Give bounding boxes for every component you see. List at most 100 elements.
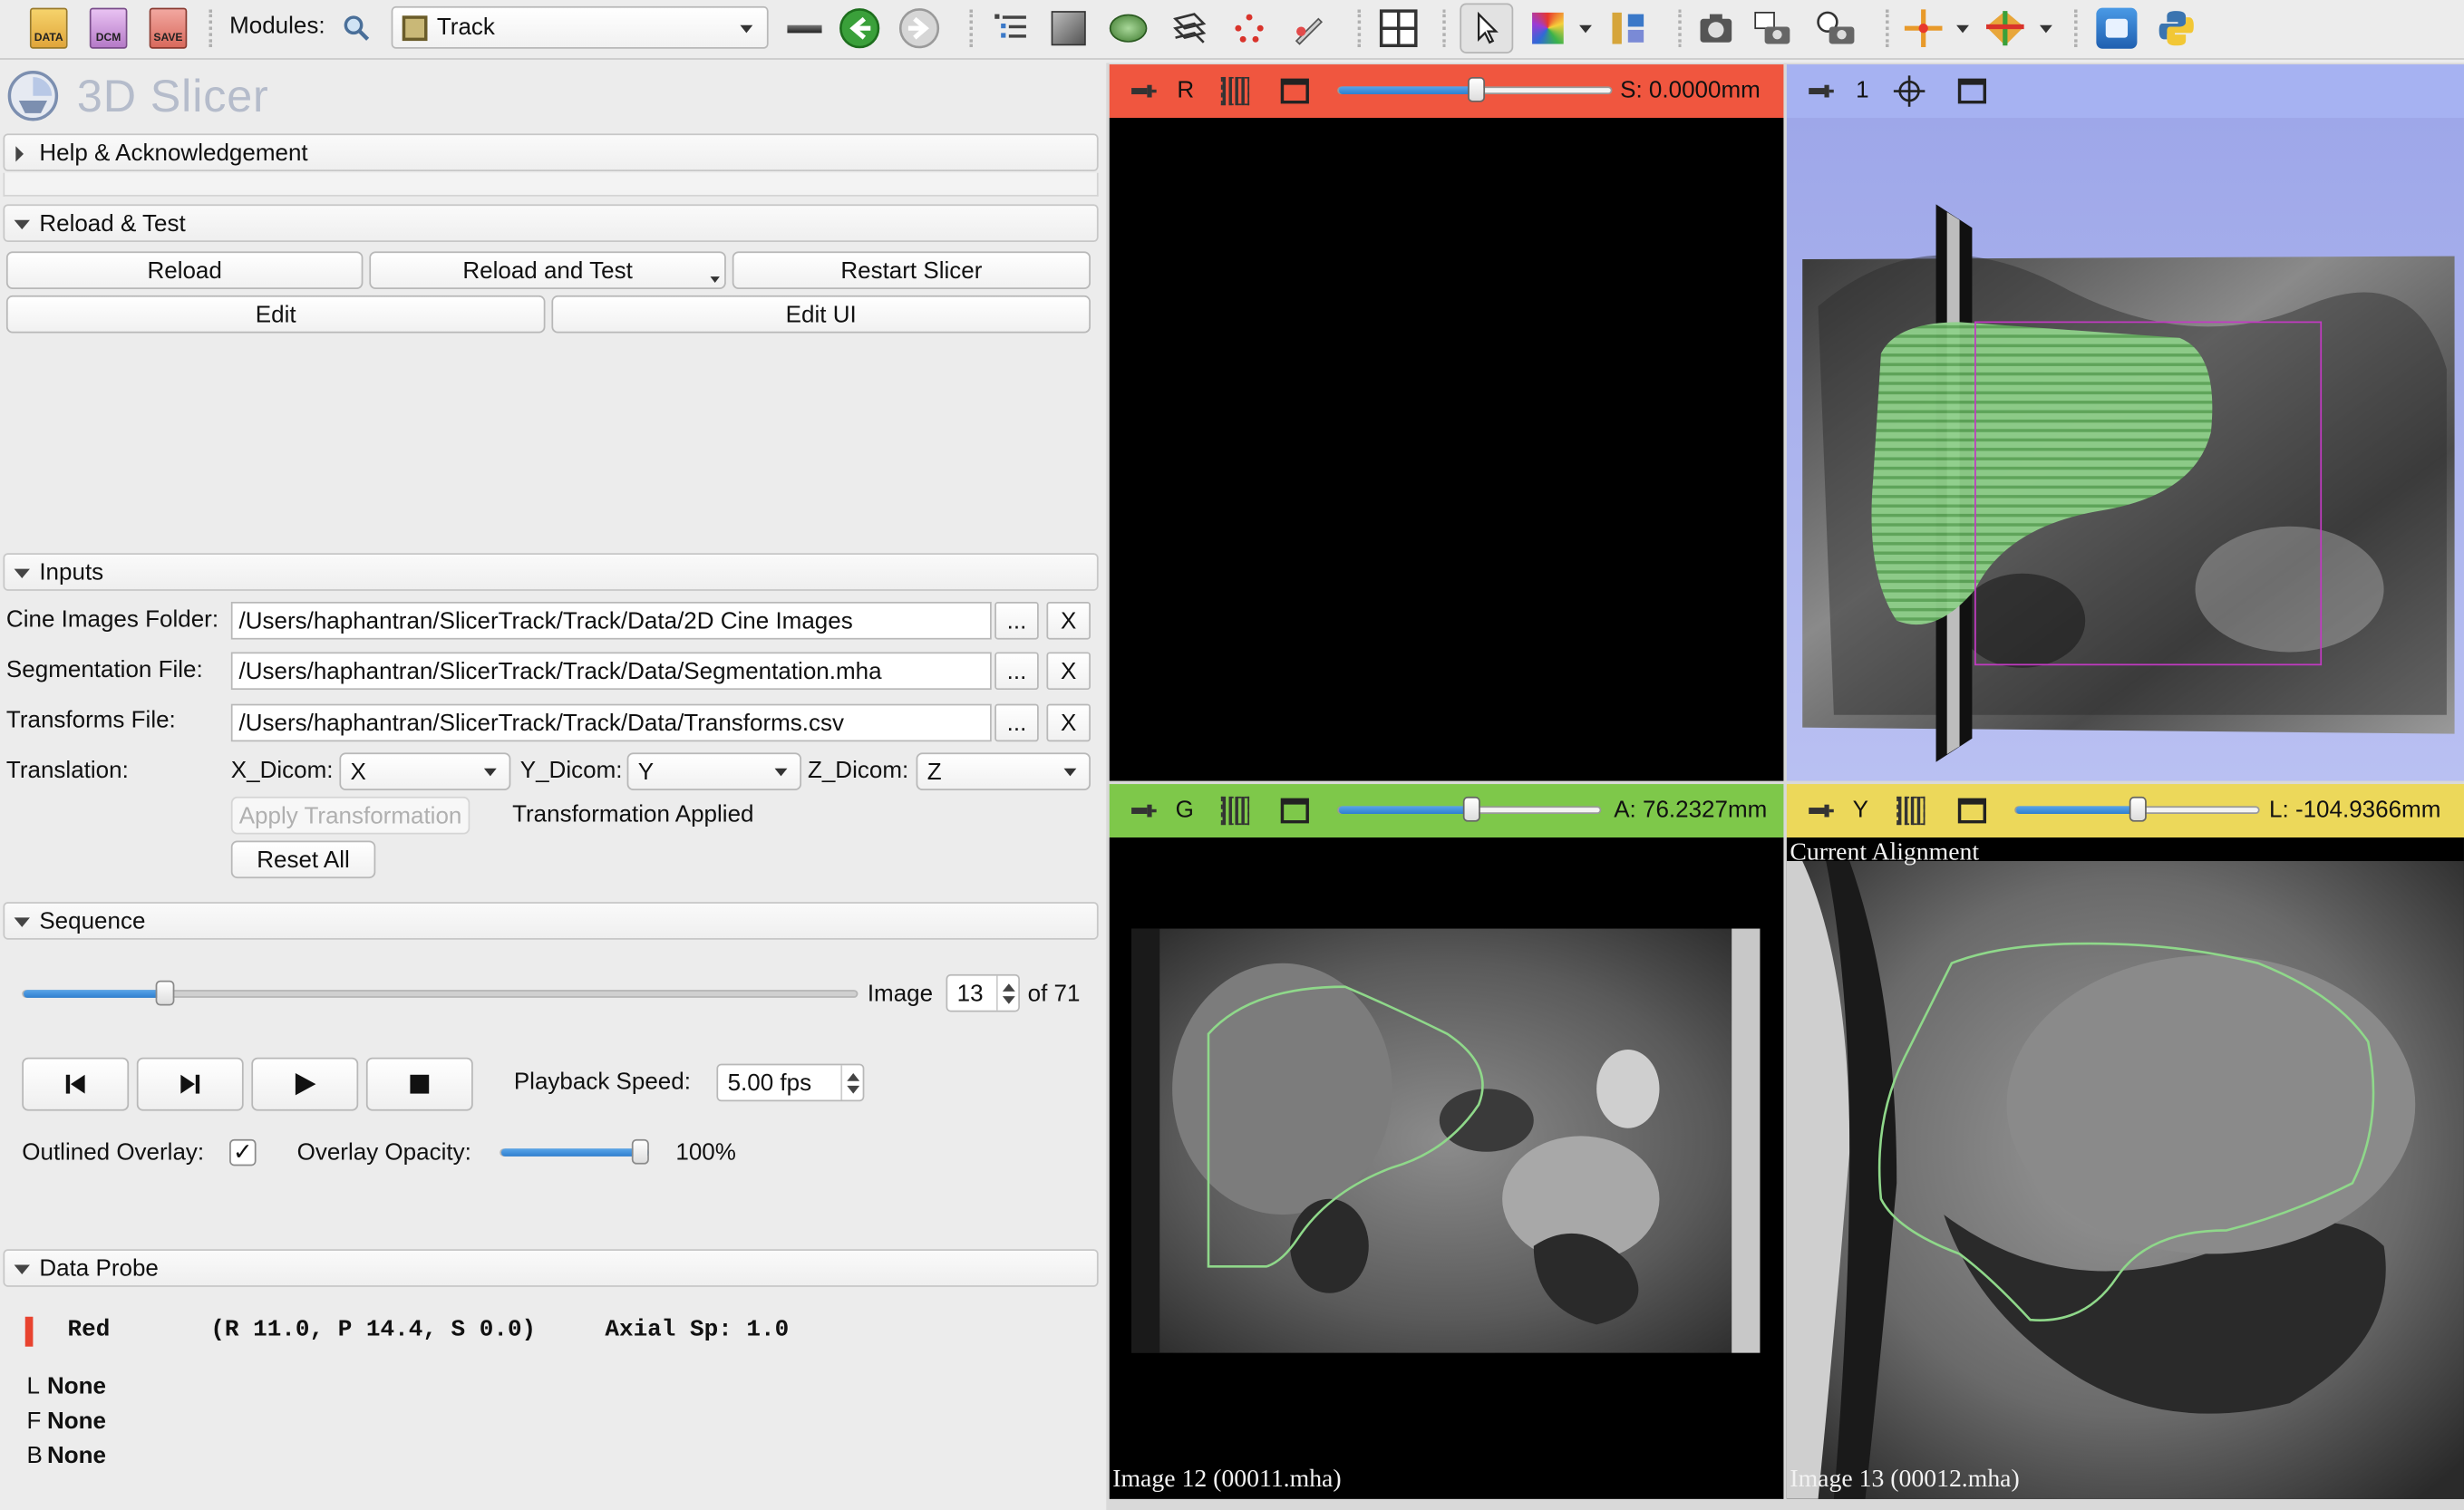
- back-arrow-icon[interactable]: [838, 6, 882, 51]
- yellow-offset-value: L: -104.9366mm: [2269, 796, 2441, 824]
- pin-icon[interactable]: [1809, 84, 1834, 98]
- red-slice-view[interactable]: [1109, 118, 1784, 781]
- center-view-icon[interactable]: [1893, 75, 1926, 107]
- z-dicom-select[interactable]: Z: [916, 752, 1091, 791]
- red-offset-slider-handle[interactable]: [1467, 76, 1486, 102]
- outlined-overlay-checkbox[interactable]: ✓: [229, 1138, 257, 1166]
- probe-b-value: None: [47, 1442, 107, 1469]
- yellow-offset-slider[interactable]: [2014, 796, 2260, 822]
- cine-clear-button[interactable]: X: [1046, 601, 1091, 640]
- stop-button[interactable]: [365, 1057, 473, 1111]
- spin-down-icon[interactable]: [846, 1085, 859, 1093]
- transforms-file-label: Transforms File:: [5, 707, 176, 734]
- maximize-view-icon[interactable]: [1280, 798, 1309, 824]
- sequence-section-header[interactable]: Sequence: [3, 902, 1099, 940]
- volumes-module-icon[interactable]: [1046, 6, 1091, 51]
- segment-editor-icon[interactable]: [1287, 6, 1332, 51]
- slice-intersection-dropdown-icon[interactable]: [2039, 24, 2052, 34]
- image-index-spinbox[interactable]: 13: [946, 973, 1020, 1012]
- expanded-arrow-icon: [14, 219, 30, 230]
- link-slice-icon[interactable]: [1220, 76, 1250, 106]
- extension-manager-icon[interactable]: [2095, 6, 2139, 51]
- edit-button[interactable]: Edit: [5, 295, 546, 334]
- apply-transformation-button[interactable]: Apply Transformation: [230, 796, 470, 835]
- save-icon[interactable]: SAVE: [146, 6, 190, 51]
- spin-up-icon[interactable]: [1002, 982, 1014, 992]
- green-offset-slider-fill: [1338, 806, 1470, 815]
- track-module-icon: [402, 15, 428, 41]
- reload-and-test-button[interactable]: Reload and Test: [369, 251, 726, 289]
- module-selector[interactable]: Track: [391, 5, 769, 49]
- python-console-icon[interactable]: [2154, 6, 2198, 51]
- overlay-opacity-slider[interactable]: [500, 1138, 649, 1165]
- reload-button[interactable]: Reload: [5, 251, 364, 289]
- forward-arrow-icon[interactable]: [897, 6, 942, 51]
- crosshair-mode-icon[interactable]: [1606, 6, 1651, 51]
- layout-icon[interactable]: [1376, 6, 1421, 51]
- cine-browse-button[interactable]: ...: [994, 601, 1039, 640]
- segmentation-clear-button[interactable]: X: [1046, 652, 1091, 691]
- data-module-icon[interactable]: [988, 6, 1033, 51]
- transforms-browse-button[interactable]: ...: [994, 703, 1039, 742]
- scene-view-icon[interactable]: [1752, 6, 1797, 51]
- pin-icon[interactable]: [1131, 84, 1157, 98]
- reload-test-dropdown-icon[interactable]: [710, 276, 720, 284]
- dicom-icon[interactable]: DCM: [86, 6, 131, 51]
- link-slice-icon[interactable]: [1220, 796, 1250, 826]
- maximize-view-icon[interactable]: [1280, 78, 1309, 104]
- red-offset-slider[interactable]: [1337, 76, 1613, 102]
- yellow-view-letter: Y: [1852, 796, 1869, 824]
- crosshair-icon[interactable]: [1901, 6, 1945, 51]
- screenshot-icon[interactable]: [1694, 6, 1739, 51]
- mouse-mode-pointer-icon[interactable]: [1460, 3, 1514, 53]
- models-module-icon[interactable]: [1106, 6, 1150, 51]
- restart-slicer-button[interactable]: Restart Slicer: [732, 251, 1091, 289]
- markups-module-icon[interactable]: [1227, 6, 1272, 51]
- edit-ui-button[interactable]: Edit UI: [551, 295, 1091, 334]
- reload-test-section-header[interactable]: Reload & Test: [3, 204, 1099, 242]
- spin-down-icon[interactable]: [1002, 995, 1014, 1003]
- slice-intersection-icon[interactable]: [1984, 6, 2028, 51]
- module-search-icon[interactable]: [339, 6, 373, 51]
- transforms-path-field[interactable]: /Users/haphantran/SlicerTrack/Track/Data…: [230, 703, 992, 742]
- playback-speed-label: Playback Speed:: [513, 1068, 691, 1096]
- maximize-view-icon[interactable]: [1957, 78, 1987, 104]
- image-sequence-slider[interactable]: [22, 980, 859, 1006]
- yellow-slice-view[interactable]: Current Alignment Image 13 (00012.mha): [1786, 837, 2464, 1499]
- toolbar-separator: [209, 9, 213, 48]
- data-probe-section-header[interactable]: Data Probe: [3, 1249, 1099, 1287]
- load-data-icon[interactable]: DATA: [26, 6, 71, 51]
- green-slice-view[interactable]: Image 12 (00011.mha): [1109, 837, 1784, 1499]
- play-button[interactable]: [251, 1057, 359, 1111]
- transforms-module-icon[interactable]: [1168, 6, 1212, 51]
- threed-view[interactable]: [1786, 118, 2464, 781]
- overlay-opacity-slider-handle[interactable]: [631, 1138, 649, 1165]
- green-offset-slider[interactable]: [1337, 796, 1602, 822]
- help-section-header[interactable]: Help & Acknowledgement: [3, 133, 1099, 171]
- y-dicom-select[interactable]: Y: [626, 752, 802, 791]
- capture-view-icon[interactable]: [1813, 6, 1858, 51]
- window-level-dropdown-icon[interactable]: [1579, 24, 1592, 34]
- image-sequence-slider-handle[interactable]: [156, 980, 176, 1006]
- first-frame-button[interactable]: [22, 1057, 130, 1111]
- yellow-offset-slider-handle[interactable]: [2129, 796, 2147, 822]
- transforms-clear-button[interactable]: X: [1046, 703, 1091, 742]
- link-slice-icon[interactable]: [1897, 796, 1926, 826]
- toolbar-separator: [2074, 9, 2078, 48]
- module-history-icon[interactable]: [782, 6, 827, 51]
- segmentation-path-field[interactable]: /Users/haphantran/SlicerTrack/Track/Data…: [230, 652, 992, 691]
- playback-speed-spinbox[interactable]: 5.00 fps: [716, 1063, 865, 1102]
- spin-up-icon[interactable]: [846, 1072, 859, 1080]
- pin-icon[interactable]: [1809, 804, 1834, 818]
- pin-icon[interactable]: [1131, 804, 1157, 818]
- x-dicom-select[interactable]: X: [339, 752, 511, 791]
- reset-all-button[interactable]: Reset All: [230, 840, 376, 879]
- crosshair-dropdown-icon[interactable]: [1956, 24, 1969, 34]
- segmentation-browse-button[interactable]: ...: [994, 652, 1039, 691]
- cine-images-path-field[interactable]: /Users/haphantran/SlicerTrack/Track/Data…: [230, 601, 992, 640]
- next-frame-button[interactable]: [136, 1057, 244, 1111]
- window-level-icon[interactable]: [1526, 6, 1570, 51]
- maximize-view-icon[interactable]: [1957, 798, 1987, 824]
- inputs-section-header[interactable]: Inputs: [3, 553, 1099, 591]
- green-offset-slider-handle[interactable]: [1462, 796, 1480, 822]
